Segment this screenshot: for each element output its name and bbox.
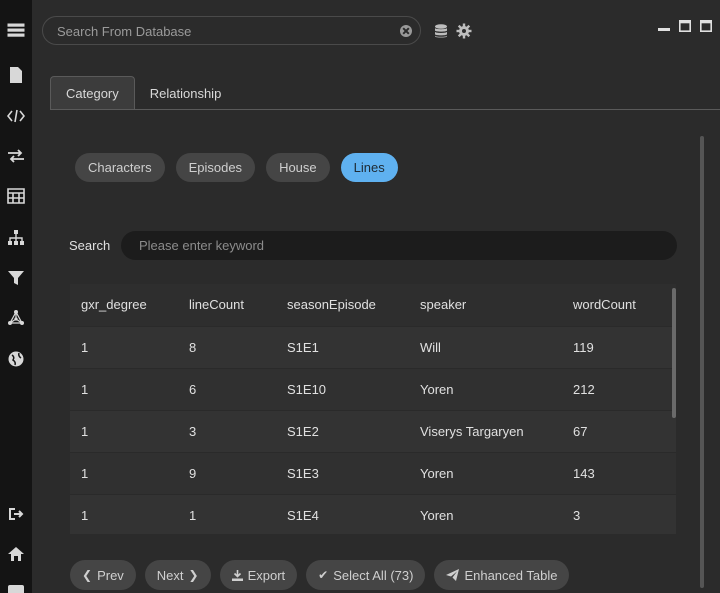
enhanced-table-button[interactable]: Enhanced Table xyxy=(434,560,570,590)
chip-episodes[interactable]: Episodes xyxy=(175,153,256,182)
prev-button[interactable]: ❮ Prev xyxy=(70,560,136,590)
sign-out-icon[interactable] xyxy=(6,504,26,524)
main-panel: Category Relationship Characters Episode… xyxy=(32,0,720,593)
transfer-icon[interactable] xyxy=(6,146,26,166)
table-cell: 1 xyxy=(81,465,89,481)
table-cell: S1E1 xyxy=(287,339,319,355)
category-filter: Characters Episodes House Lines xyxy=(75,153,398,182)
table-cell: Viserys Targaryen xyxy=(420,423,524,439)
table-cell: 1 xyxy=(81,423,89,439)
table-cell: 1 xyxy=(81,507,89,523)
document-icon[interactable] xyxy=(6,65,26,85)
hierarchy-icon[interactable] xyxy=(6,228,26,248)
table-cell: S1E4 xyxy=(287,507,319,523)
icon-sidebar xyxy=(0,0,32,593)
export-button[interactable]: Export xyxy=(219,560,298,590)
globe-icon[interactable] xyxy=(6,349,26,369)
select-all-label: Select All (73) xyxy=(333,567,414,583)
database-search-box[interactable] xyxy=(42,16,421,45)
table-icon[interactable] xyxy=(6,186,26,206)
prev-label: Prev xyxy=(97,567,124,583)
table-cell: S1E3 xyxy=(287,465,319,481)
next-label: Next xyxy=(156,567,184,583)
pagination-toolbar: ❮ Prev Next ❯ Export ✔ Select All (73) E… xyxy=(70,560,570,590)
filter-icon[interactable] xyxy=(6,268,26,288)
table-cell: 1 xyxy=(81,339,89,355)
keyword-search-input[interactable] xyxy=(121,231,677,260)
chip-lines[interactable]: Lines xyxy=(340,153,398,182)
table-cell: 3 xyxy=(573,507,581,523)
maximize-icon[interactable] xyxy=(679,20,691,32)
table-cell: 212 xyxy=(573,381,595,397)
gear-icon[interactable] xyxy=(456,23,472,39)
table-cell: 9 xyxy=(189,465,197,481)
code-icon[interactable] xyxy=(6,106,26,126)
table-cell: 143 xyxy=(573,465,595,481)
table-cell: 6 xyxy=(189,381,197,397)
window-controls xyxy=(658,20,712,32)
restore-icon[interactable] xyxy=(700,20,712,32)
chip-house[interactable]: House xyxy=(266,153,330,182)
column-header-wordcount[interactable]: wordCount xyxy=(562,284,676,326)
chevron-left-icon: ❮ xyxy=(82,568,93,582)
home-icon[interactable] xyxy=(6,544,26,564)
table-cell: Yoren xyxy=(420,465,454,481)
clear-search-icon[interactable] xyxy=(400,25,412,37)
table-cell: Yoren xyxy=(420,381,454,397)
table-cell: Will xyxy=(420,339,441,355)
menu-icon[interactable] xyxy=(6,20,26,40)
column-header-speaker[interactable]: speaker xyxy=(409,284,562,326)
database-icon[interactable] xyxy=(433,23,449,39)
table-row[interactable]: 1 1 S1E4 Yoren 3 xyxy=(70,494,676,534)
export-label: Export xyxy=(247,567,286,583)
check-icon: ✔ xyxy=(318,568,329,582)
chevron-right-icon: ❯ xyxy=(188,568,199,582)
table-header-row: gxr_degree lineCount seasonEpisode speak… xyxy=(70,284,676,326)
table-cell: 1 xyxy=(189,507,197,523)
keyword-search-label: Search xyxy=(69,238,111,253)
column-header-linecount[interactable]: lineCount xyxy=(178,284,276,326)
table-cell: S1E10 xyxy=(287,381,327,397)
tab-label: Category xyxy=(66,86,119,101)
download-icon xyxy=(231,569,243,581)
data-table-container: gxr_degree lineCount seasonEpisode speak… xyxy=(70,284,676,534)
table-cell: Yoren xyxy=(420,507,454,523)
database-search-input[interactable] xyxy=(57,22,387,40)
id-card-icon[interactable] xyxy=(6,582,26,593)
enhanced-table-label: Enhanced Table xyxy=(464,567,558,583)
table-row[interactable]: 1 8 S1E1 Will 119 xyxy=(70,326,676,368)
table-cell: 67 xyxy=(573,423,588,439)
table-cell: S1E2 xyxy=(287,423,319,439)
minimize-icon[interactable] xyxy=(658,20,670,32)
tab-category[interactable]: Category xyxy=(50,76,135,110)
tab-relationship[interactable]: Relationship xyxy=(135,76,237,110)
table-scrollbar[interactable] xyxy=(672,288,676,418)
table-cell: 3 xyxy=(189,423,197,439)
column-header-gxr-degree[interactable]: gxr_degree xyxy=(70,284,178,326)
tab-label: Relationship xyxy=(149,85,222,101)
graph-icon[interactable] xyxy=(6,308,26,328)
data-table: gxr_degree lineCount seasonEpisode speak… xyxy=(70,284,676,534)
table-row[interactable]: 1 6 S1E10 Yoren 212 xyxy=(70,368,676,410)
table-row[interactable]: 1 9 S1E3 Yoren 143 xyxy=(70,452,676,494)
tab-bar: Category Relationship xyxy=(50,76,236,110)
paper-plane-icon xyxy=(446,569,460,581)
column-header-seasonepisode[interactable]: seasonEpisode xyxy=(276,284,409,326)
table-cell: 1 xyxy=(81,381,89,397)
next-button[interactable]: Next ❯ xyxy=(144,560,211,590)
table-cell: 8 xyxy=(189,339,197,355)
table-row[interactable]: 1 3 S1E2 Viserys Targaryen 67 xyxy=(70,410,676,452)
table-cell: 119 xyxy=(573,339,594,355)
panel-scrollbar[interactable] xyxy=(700,136,704,588)
tab-divider xyxy=(50,109,720,110)
select-all-button[interactable]: ✔ Select All (73) xyxy=(306,560,426,590)
chip-characters[interactable]: Characters xyxy=(75,153,165,182)
